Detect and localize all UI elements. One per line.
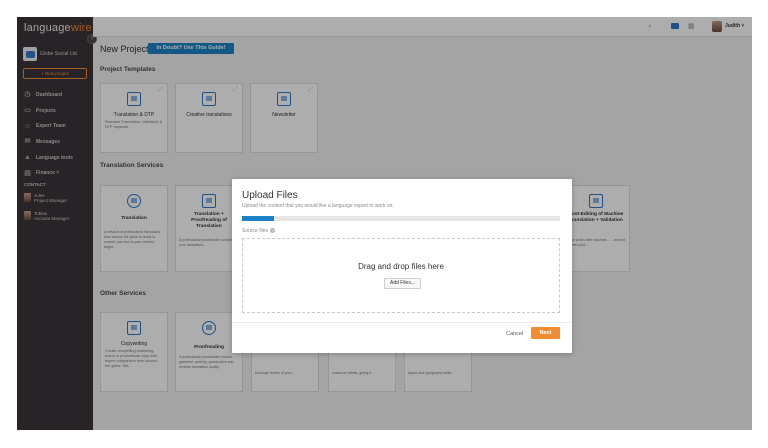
cancel-button[interactable]: Cancel xyxy=(506,331,523,337)
modal-subtitle: Upload the content that you would like a… xyxy=(242,203,394,209)
dropzone-text: Drag and drop files here xyxy=(358,262,444,271)
upload-files-modal: Upload Files Upload the content that you… xyxy=(232,179,572,353)
add-files-button[interactable]: Add Files... xyxy=(384,278,421,289)
modal-divider xyxy=(232,322,572,323)
next-button[interactable]: Next xyxy=(531,327,560,339)
app-window: languagewire ‹ Globe Social Ltd. + New p… xyxy=(17,17,752,430)
progress-fill xyxy=(242,216,274,221)
file-dropzone[interactable]: Drag and drop files here Add Files... xyxy=(242,238,560,313)
modal-title: Upload Files xyxy=(242,190,298,201)
help-icon[interactable]: ? xyxy=(270,228,276,234)
source-files-label: Source files? xyxy=(242,228,276,234)
upload-progress-bar xyxy=(242,216,560,221)
